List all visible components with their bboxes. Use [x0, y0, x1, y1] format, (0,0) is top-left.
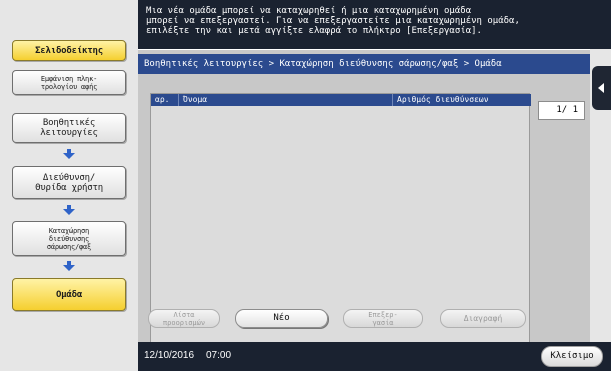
step-scan-fax-address-button[interactable]: Καταχώρηση διεύθυνσης σάρωσης/φαξ [12, 221, 126, 256]
arrow-left-icon [598, 83, 604, 93]
main-panel: Βοηθητικές λειτουργίες > Καταχώρηση διεύ… [138, 49, 590, 347]
screen: Σελιδοδείκτης Εμφάνιση πληκ- τρολογίου α… [0, 0, 611, 371]
step-group-button[interactable]: Ομάδα [12, 278, 126, 311]
table-header: αρ. Όνομα Αριθμός διευθύνσεων [151, 94, 531, 106]
down-arrow-icon [63, 261, 75, 271]
column-header-number: αρ. [151, 94, 179, 106]
column-header-name: Όνομα [179, 94, 393, 106]
keypad-button[interactable]: Εμφάνιση πληκ- τρολογίου αφής [12, 70, 126, 95]
delete-button[interactable]: Διαγραφή [440, 309, 526, 328]
breadcrumb: Βοηθητικές λειτουργίες > Καταχώρηση διεύ… [138, 54, 590, 74]
down-arrow-icon [63, 205, 75, 215]
instruction-message: Μια νέα ομάδα μπορεί να καταχωρηθεί ή μι… [138, 0, 611, 49]
down-arrow-icon [63, 149, 75, 159]
left-navigation: Σελιδοδείκτης Εμφάνιση πληκ- τρολογίου α… [0, 0, 138, 371]
step-address-box-button[interactable]: Διεύθυνση/ Θυρίδα χρήστη [12, 166, 126, 199]
bookmark-button[interactable]: Σελιδοδείκτης [12, 40, 126, 61]
new-button[interactable]: Νέο [235, 309, 328, 328]
step-utility-button[interactable]: Βοηθητικές λειτουργίες [12, 113, 126, 143]
check-destinations-button[interactable]: Λίστα προορισμών [148, 309, 220, 328]
status-bar: 12/10/2016 07:00 Κλείσιμο [138, 342, 611, 371]
time-text: 07:00 [206, 350, 232, 361]
page-indicator: 1/ 1 [538, 101, 585, 120]
edit-button[interactable]: Επεξερ- γασία [343, 309, 423, 328]
close-button[interactable]: Κλείσιμο [541, 346, 603, 367]
side-panel-tab[interactable] [592, 66, 611, 110]
date-text: 12/10/2016 [144, 350, 195, 361]
column-header-address-count: Αριθμός διευθύνσεων [397, 95, 489, 104]
